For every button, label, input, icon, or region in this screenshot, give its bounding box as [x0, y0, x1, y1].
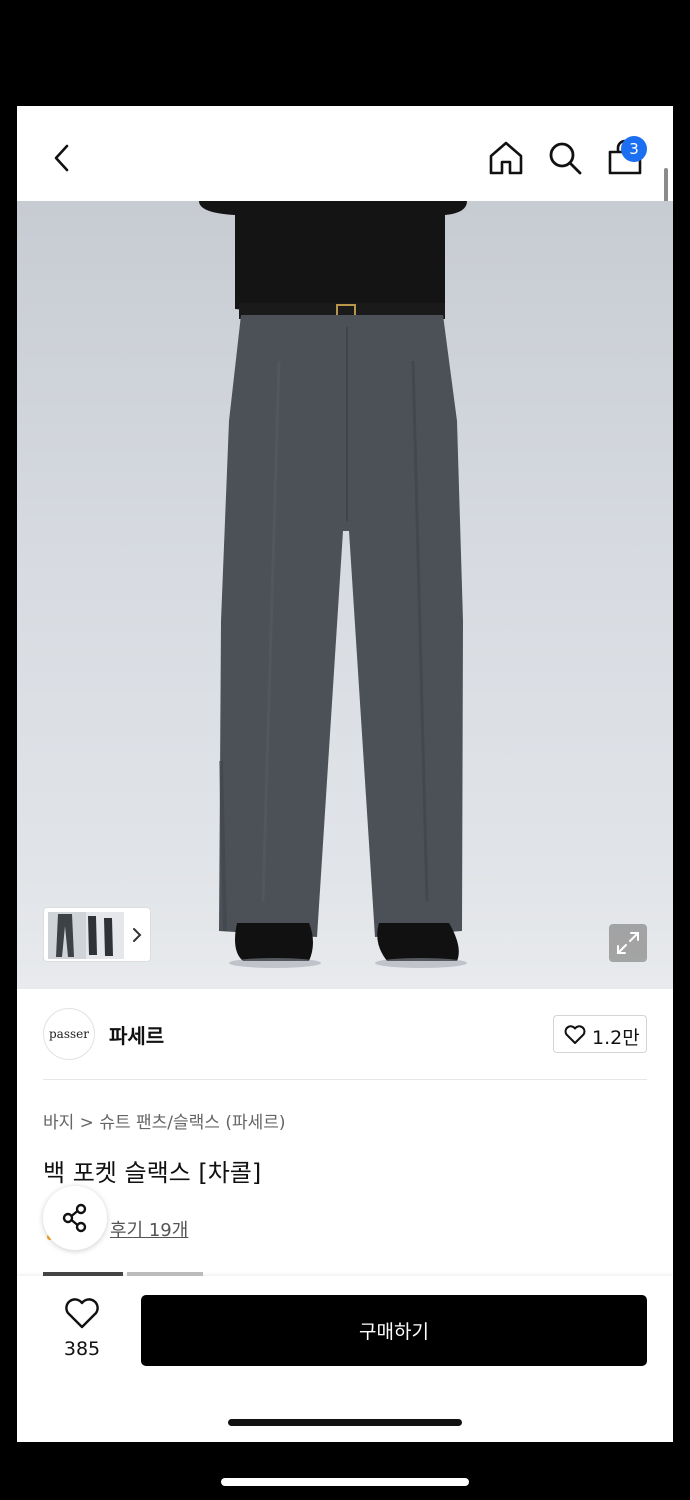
share-button[interactable] — [43, 1186, 107, 1250]
thumbnail-strip[interactable] — [48, 912, 124, 959]
expand-image-button[interactable] — [609, 924, 647, 962]
cart-count-badge: 3 — [621, 136, 647, 162]
outer-home-indicator — [221, 1478, 469, 1486]
heart-outline-icon — [65, 1298, 99, 1329]
bottom-purchase-bar: 385 구매하기 — [17, 1272, 673, 1442]
chevron-right-icon[interactable] — [128, 922, 146, 948]
search-icon[interactable] — [546, 139, 584, 177]
category-breadcrumb[interactable]: 바지 > 슈트 팬츠/슬랙스 (파세르) — [43, 1108, 286, 1133]
reviews-link[interactable]: 후기 19개 — [110, 1216, 188, 1242]
brand-row: passer 파세르 1.2만 — [43, 1006, 647, 1062]
top-navigation-bar: 3 — [17, 106, 673, 226]
brand-name[interactable]: 파세르 — [109, 1020, 164, 1049]
share-icon — [62, 1203, 87, 1233]
heart-icon — [564, 1025, 586, 1044]
thumbnail-images — [48, 912, 113, 959]
image-thumbnails[interactable] — [43, 907, 151, 962]
home-indicator[interactable] — [228, 1419, 462, 1426]
product-photo-illustration — [199, 201, 467, 968]
product-title: 백 포켓 슬랙스 [차콜] — [43, 1159, 262, 1187]
expand-icon — [617, 932, 639, 954]
brand-like-button[interactable]: 1.2만 — [553, 1015, 647, 1053]
wishlist-button[interactable]: 385 — [57, 1298, 107, 1368]
brand-like-count: 1.2만 — [592, 1027, 640, 1049]
app-screen: 3 passer 파세르 1.2만 바지 > 슈트 팬츠/슬랙스 (파세르) 백… — [17, 106, 673, 1442]
product-image[interactable] — [17, 201, 673, 989]
section-divider — [43, 1079, 647, 1080]
option-preview — [127, 1272, 203, 1276]
wishlist-count: 385 — [63, 1338, 101, 1360]
brand-logo[interactable]: passer — [43, 1008, 95, 1060]
back-icon[interactable] — [47, 142, 79, 174]
option-preview-selected — [43, 1272, 123, 1276]
home-icon[interactable] — [487, 139, 525, 177]
buy-button[interactable]: 구매하기 — [141, 1295, 647, 1366]
